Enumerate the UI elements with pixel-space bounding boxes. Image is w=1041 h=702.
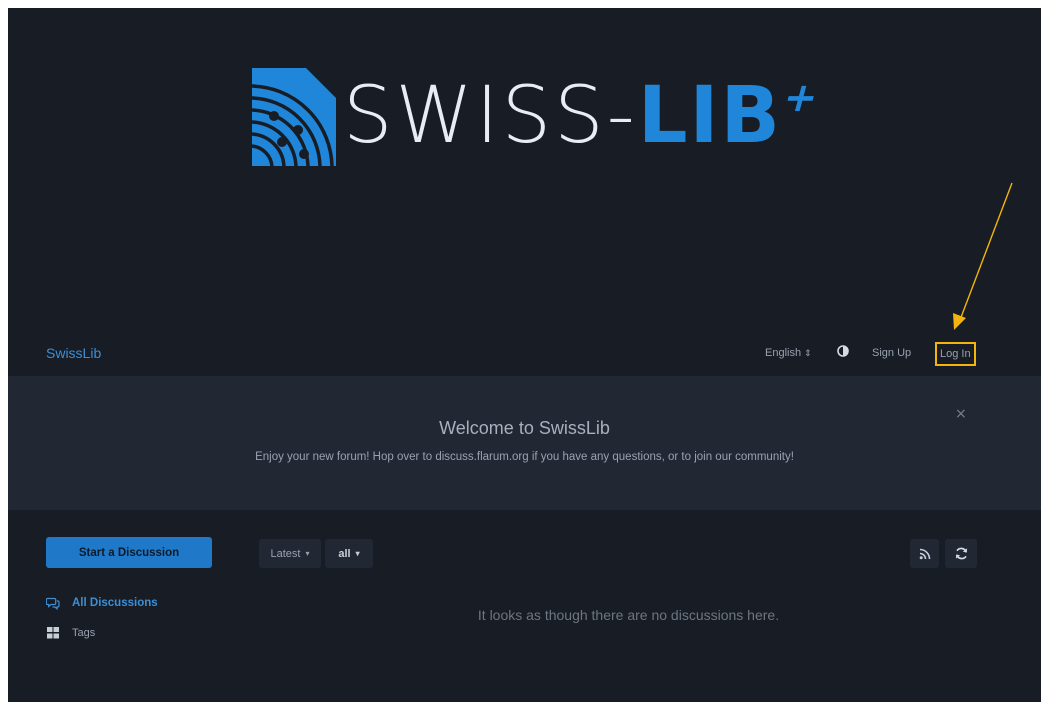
- close-icon[interactable]: ×: [955, 406, 967, 422]
- sidebar-item-all-discussions[interactable]: All Discussions: [46, 596, 158, 610]
- sidebar-item-label: All Discussions: [72, 597, 158, 609]
- signup-button[interactable]: Sign Up: [872, 347, 911, 359]
- empty-state-message: It looks as though there are no discussi…: [477, 607, 780, 623]
- start-discussion-button[interactable]: Start a Discussion: [46, 537, 212, 568]
- filter-dropdown[interactable]: all ▾: [325, 539, 373, 568]
- brand-link[interactable]: SwissLib: [46, 345, 101, 361]
- chevron-down-icon: ▾: [305, 549, 310, 558]
- logo-word-light: SWISS-: [343, 71, 638, 161]
- welcome-text: Enjoy your new forum! Hop over to discus…: [255, 451, 794, 463]
- logo-wordmark: SWISS- LIB +: [343, 66, 824, 166]
- rss-icon: [919, 548, 930, 559]
- language-label: English: [765, 347, 802, 359]
- rss-button[interactable]: [910, 539, 939, 568]
- welcome-title: Welcome to SwissLib: [439, 418, 610, 438]
- chevron-down-icon: ▾: [355, 549, 360, 558]
- logo-plus: +: [777, 75, 824, 121]
- chat-bubbles-icon: [46, 597, 60, 610]
- sort-dropdown[interactable]: Latest ▾: [259, 539, 321, 568]
- sidebar-item-label: Tags: [72, 627, 96, 639]
- grid-icon: [47, 627, 59, 639]
- app-frame: SWISS- LIB + SwissLib English ⇕ Sign Up L…: [8, 8, 1041, 702]
- site-header: SwissLib English ⇕ Sign Up Log In: [8, 334, 1041, 374]
- logo-word-bold: LIB: [637, 71, 782, 161]
- refresh-icon: [955, 547, 967, 560]
- hero-banner: SWISS- LIB +: [8, 8, 1041, 328]
- sort-caret-icon: ⇕: [804, 348, 812, 358]
- sidebar-item-tags[interactable]: Tags: [46, 626, 95, 640]
- language-dropdown[interactable]: English ⇕: [765, 347, 812, 359]
- login-button[interactable]: Log In: [935, 342, 976, 366]
- filter-label: all: [338, 547, 351, 560]
- welcome-hero: Welcome to SwissLib Enjoy your new forum…: [8, 376, 1041, 510]
- refresh-button[interactable]: [945, 539, 977, 568]
- logo-mark-icon: [252, 68, 336, 166]
- half-circle-icon[interactable]: [837, 345, 849, 357]
- sort-label: Latest: [270, 547, 301, 560]
